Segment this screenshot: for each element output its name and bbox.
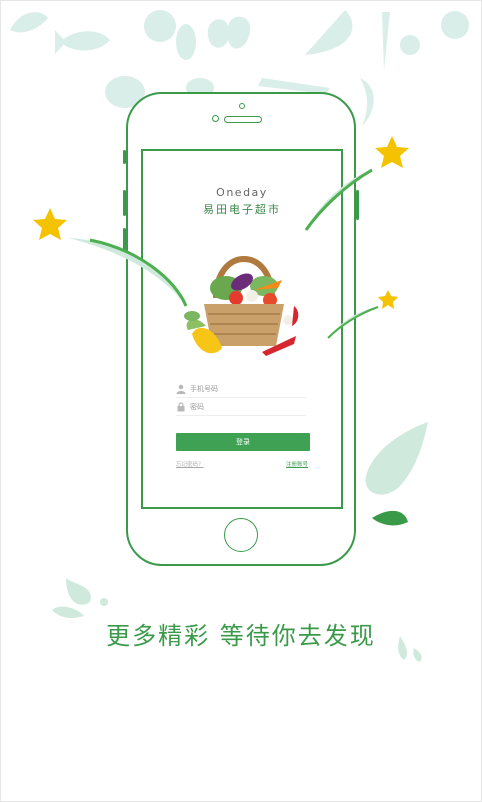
fruit-icon	[441, 11, 469, 39]
tomato-icon	[144, 10, 176, 42]
user-icon	[176, 384, 186, 394]
star-icon	[33, 208, 67, 240]
leaf-icon	[10, 12, 48, 33]
star-icon	[378, 290, 398, 309]
carrot-icon	[382, 12, 390, 70]
front-camera	[239, 103, 245, 109]
banana-icon	[360, 78, 374, 126]
fish-icon	[55, 30, 110, 54]
apple-icon	[207, 16, 250, 49]
phone-number-placeholder: 手机号码	[190, 385, 218, 393]
star-icon	[375, 136, 409, 168]
tagline: 更多精彩 等待你去发现	[106, 622, 376, 650]
watermelon-icon	[305, 10, 353, 55]
onion-icon	[400, 35, 420, 55]
phone-number-field[interactable]: 手机号码	[176, 383, 306, 398]
shooting-stars-decoration	[33, 136, 409, 339]
eggplant-icon	[176, 24, 196, 60]
